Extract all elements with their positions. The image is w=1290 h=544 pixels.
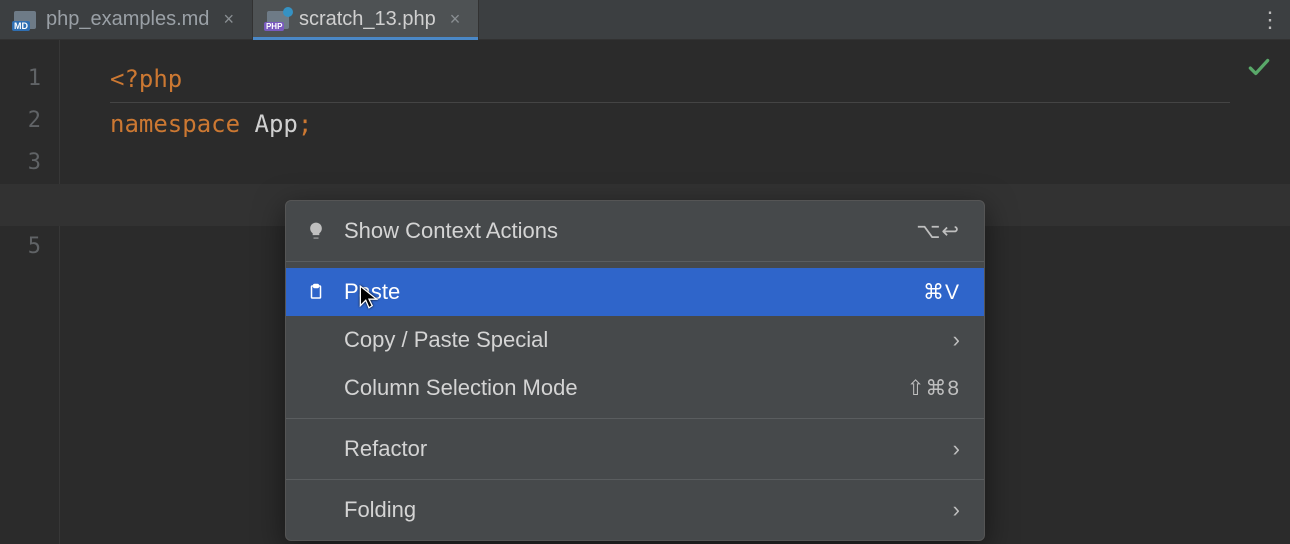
menu-item-label: Paste xyxy=(344,279,907,305)
namespace-name: App xyxy=(255,110,298,138)
semicolon: ; xyxy=(298,110,312,138)
chevron-right-icon: › xyxy=(953,436,960,462)
menu-paste[interactable]: Paste ⌘V xyxy=(286,268,984,316)
chevron-right-icon: › xyxy=(953,327,960,353)
chevron-right-icon: › xyxy=(953,497,960,523)
menu-refactor[interactable]: Refactor › xyxy=(286,425,984,473)
menu-item-label: Copy / Paste Special xyxy=(344,327,937,353)
tab-bar-spacer xyxy=(479,0,1250,39)
menu-item-label: Column Selection Mode xyxy=(344,375,891,401)
line-number: 3 xyxy=(0,142,59,184)
menu-copy-paste-special[interactable]: Copy / Paste Special › xyxy=(286,316,984,364)
line-number: 1 xyxy=(0,58,59,100)
tab-php-examples[interactable]: php_examples.md × xyxy=(0,0,253,39)
line-number: 5 xyxy=(0,226,59,268)
menu-item-label: Folding xyxy=(344,497,937,523)
menu-folding[interactable]: Folding › xyxy=(286,486,984,534)
php-scratch-file-icon xyxy=(267,11,289,29)
tab-label: scratch_13.php xyxy=(299,8,436,31)
menu-item-label: Refactor xyxy=(344,436,937,462)
menu-column-selection-mode[interactable]: Column Selection Mode ⇧⌘8 xyxy=(286,364,984,412)
tab-bar: php_examples.md × scratch_13.php × ⋮ xyxy=(0,0,1290,40)
menu-separator xyxy=(286,418,984,419)
line-gutter: 1 2 3 4 5 xyxy=(0,40,60,544)
menu-item-shortcut: ⇧⌘8 xyxy=(907,376,960,401)
tab-scratch-13[interactable]: scratch_13.php × xyxy=(253,0,479,39)
tab-options-button[interactable]: ⋮ xyxy=(1250,0,1290,39)
markdown-file-icon xyxy=(14,11,36,29)
menu-item-shortcut: ⌘V xyxy=(923,280,960,305)
tab-label: php_examples.md xyxy=(46,8,209,31)
close-icon[interactable]: × xyxy=(223,9,234,30)
line-number: 2 xyxy=(0,100,59,142)
clipboard-icon xyxy=(304,282,328,302)
close-icon[interactable]: × xyxy=(450,9,461,30)
menu-separator xyxy=(286,479,984,480)
keyword-namespace: namespace xyxy=(110,110,240,138)
php-open-tag: <?php xyxy=(110,58,1230,103)
